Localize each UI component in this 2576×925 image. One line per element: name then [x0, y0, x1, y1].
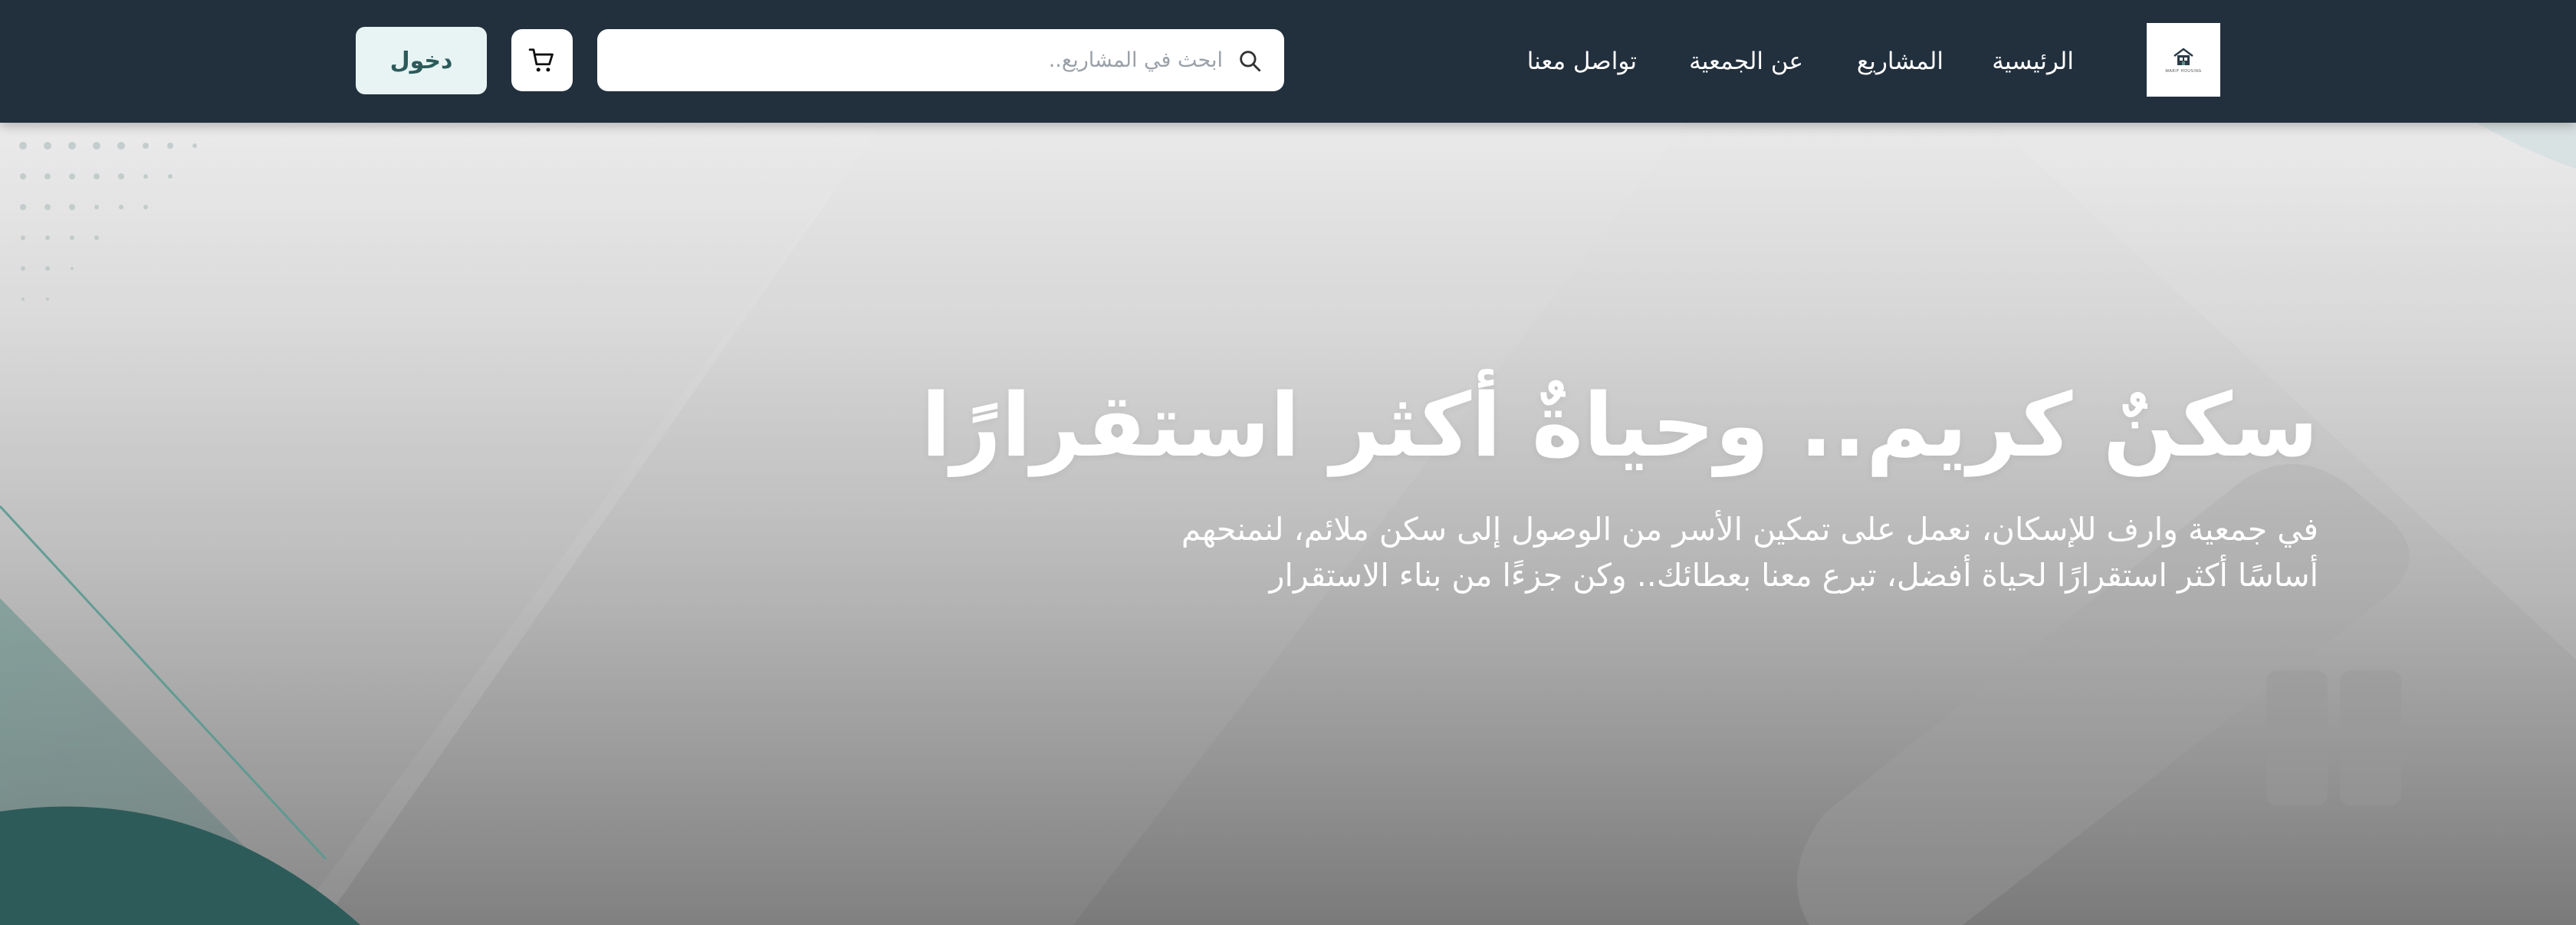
- nav-projects-link[interactable]: المشاريع: [1857, 40, 1944, 83]
- search-input[interactable]: [597, 29, 1223, 91]
- site-logo[interactable]: WARIF HOUSING: [2147, 23, 2220, 97]
- cart-icon: [528, 48, 554, 71]
- nav-about-link[interactable]: عن الجمعية: [1689, 40, 1803, 83]
- nav-contact-link[interactable]: تواصل معنا: [1527, 40, 1637, 83]
- hero-section: سكنٌ كريم.. وحياةٌ أكثر استقرارًا في جمع…: [0, 123, 2576, 925]
- search-icon[interactable]: [1237, 48, 1263, 74]
- logo-caption: WARIF HOUSING: [2165, 68, 2202, 74]
- cart-button[interactable]: [511, 29, 573, 91]
- login-button[interactable]: دخول: [356, 27, 487, 94]
- hero-subtitle: في جمعية وارف للإسكان، نعمل على تمكين ال…: [1181, 511, 2318, 594]
- search-box: [597, 29, 1284, 91]
- hero-title: سكنٌ كريم.. وحياةٌ أكثر استقرارًا: [921, 374, 2318, 476]
- house-logo-icon: [2174, 48, 2193, 65]
- page: WARIF HOUSING الرئيسية المشاريع عن الجمع…: [0, 0, 2576, 925]
- nav-home-link[interactable]: الرئيسية: [1992, 40, 2074, 83]
- top-navbar: WARIF HOUSING الرئيسية المشاريع عن الجمع…: [0, 0, 2576, 123]
